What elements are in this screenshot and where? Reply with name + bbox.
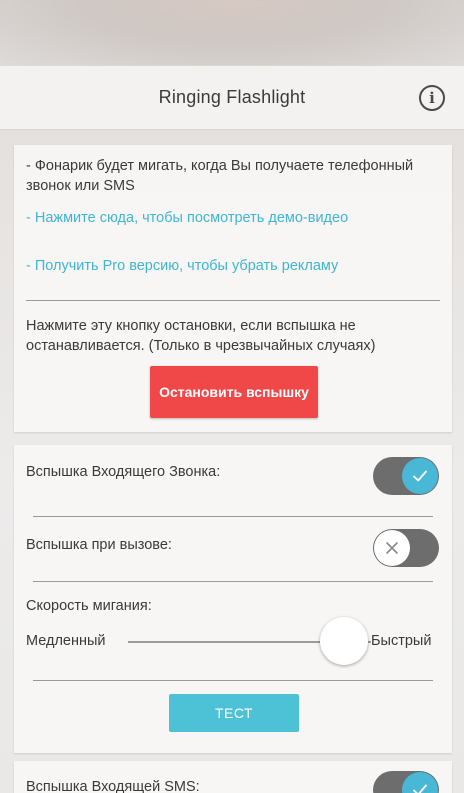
speed-max-label: Быстрый [371,633,432,649]
demo-video-link[interactable]: - Нажмите сюда, чтобы посмотреть демо-ви… [26,208,444,228]
speed-slider-thumb[interactable] [320,617,369,665]
divider [26,300,440,301]
stop-flash-button[interactable]: Остановить вспышку [150,366,318,418]
speed-label: Скорость мигания: [26,598,152,614]
test-button[interactable]: ТЕСТ [169,694,299,732]
status-bar [0,0,464,66]
stop-hint-text: Нажмите эту кнопку остановки, если вспыш… [26,318,376,354]
pro-version-link[interactable]: - Получить Pro версию, чтобы убрать рекл… [26,256,444,276]
incoming-call-label: Вспышка Входящего Звонка: [26,464,221,480]
check-icon [402,458,438,494]
incoming-sms-toggle[interactable] [373,771,439,793]
incoming-sms-label: Вспышка Входящей SMS: [26,779,200,793]
info-card: - Фонарик будет мигать, когда Вы получае… [14,145,452,432]
check-icon [402,772,438,793]
info-icon[interactable]: i [419,85,445,111]
outgoing-call-toggle[interactable] [373,529,439,567]
app-title: Ringing Flashlight [158,87,306,107]
outgoing-call-label: Вспышка при вызове: [26,537,172,553]
app-bar: Ringing Flashlight i [0,66,464,130]
divider [33,581,433,582]
sms-settings-card: Вспышка Входящей SMS: [14,761,452,793]
incoming-call-toggle[interactable] [373,457,439,495]
divider [33,516,433,517]
speed-min-label: Медленный [26,633,106,649]
close-icon [374,530,410,566]
call-settings-card: Вспышка Входящего Звонка: Вспышка при вы… [14,445,452,753]
description-text: - Фонарик будет мигать, когда Вы получае… [26,158,414,194]
divider [33,680,433,681]
